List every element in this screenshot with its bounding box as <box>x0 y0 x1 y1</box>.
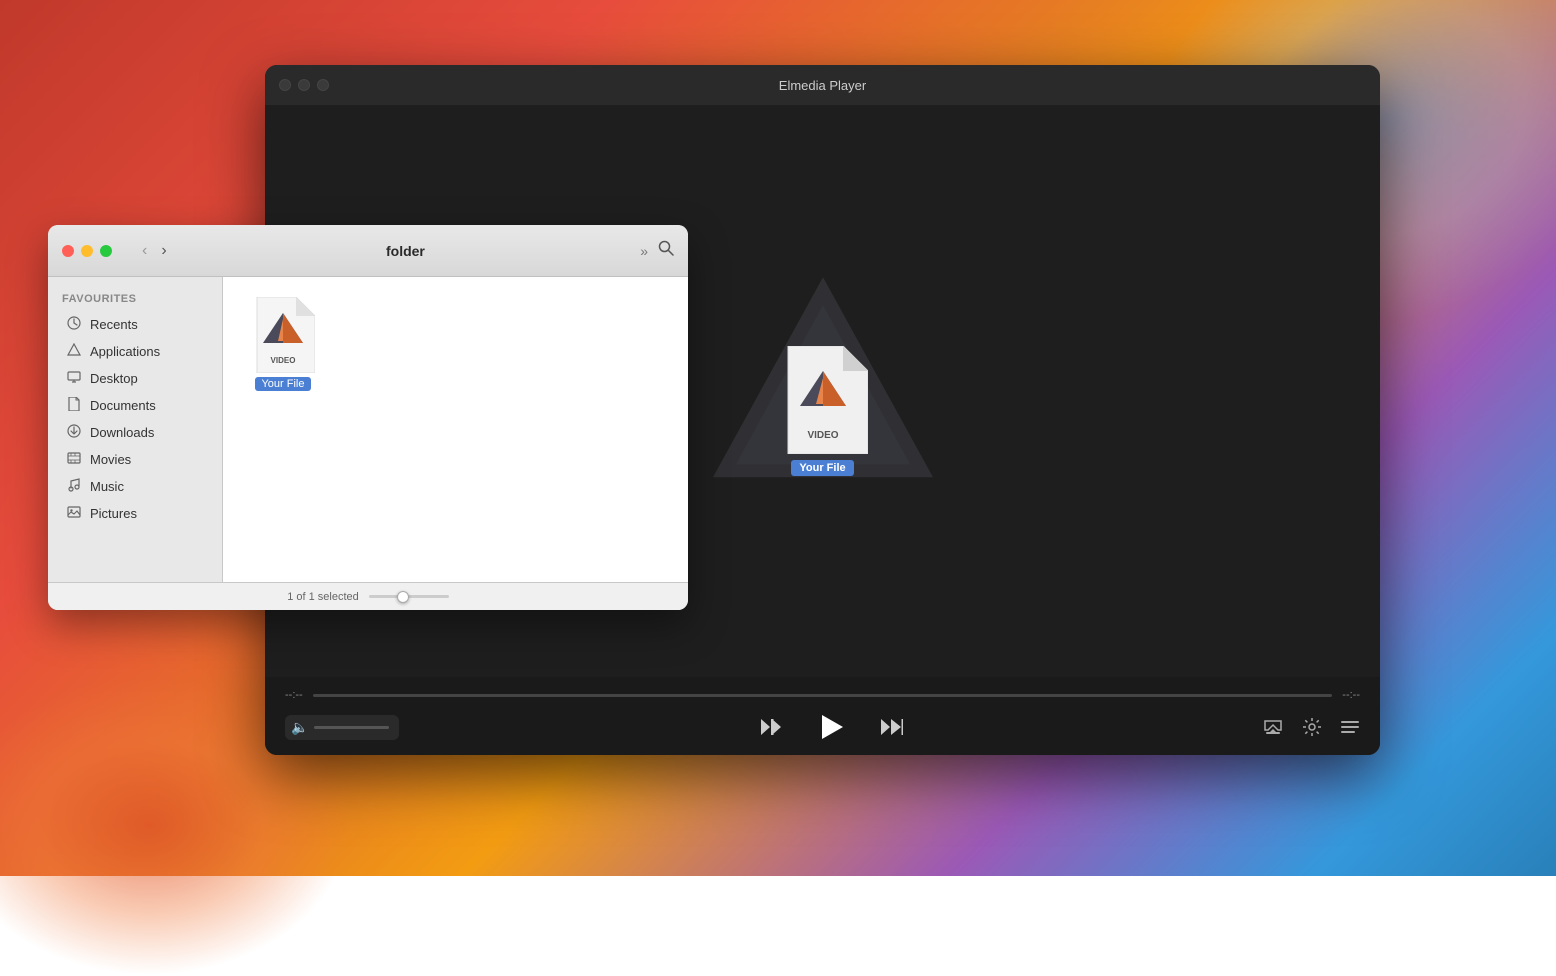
sidebar-item-music[interactable]: Music <box>52 473 218 500</box>
finder-sidebar: Favourites Recents Applicatio <box>48 277 223 582</box>
finder-maximize-button[interactable] <box>100 245 112 257</box>
finder-size-slider[interactable] <box>369 595 449 598</box>
player-maximize-button[interactable] <box>317 79 329 91</box>
file-item[interactable]: VIDEO Your File <box>243 297 323 391</box>
time-start: --:-- <box>285 689 303 701</box>
finder-status-text: 1 of 1 selected <box>287 591 359 603</box>
finder-window: ‹ › folder » Favourites <box>48 225 688 610</box>
finder-minimize-button[interactable] <box>81 245 93 257</box>
progress-bar[interactable] <box>313 694 1333 697</box>
sidebar-item-applications-label: Applications <box>90 344 160 359</box>
volume-icon: 🔈 <box>291 719 308 736</box>
finder-content-area: VIDEO Your File <box>223 277 688 411</box>
playlist-button[interactable] <box>1340 717 1360 737</box>
progress-bar-container: --:-- --:-- <box>285 677 1360 709</box>
finder-folder-title: folder <box>181 243 631 259</box>
sidebar-item-downloads[interactable]: Downloads <box>52 419 218 446</box>
play-icon <box>817 713 845 741</box>
movies-icon <box>66 451 82 468</box>
playlist-icon <box>1340 717 1360 737</box>
right-controls <box>1262 716 1360 738</box>
volume-bar[interactable] <box>314 726 389 729</box>
sidebar-item-documents-label: Documents <box>90 398 156 413</box>
finder-body: Favourites Recents Applicatio <box>48 277 688 582</box>
sidebar-item-movies-label: Movies <box>90 452 131 467</box>
finder-nav: ‹ › <box>138 240 171 262</box>
slider-track <box>369 595 449 598</box>
desktop-icon <box>66 370 82 387</box>
file-name-badge: Your File <box>255 377 310 391</box>
sidebar-item-pictures[interactable]: Pictures <box>52 500 218 527</box>
playback-controls <box>755 709 907 745</box>
sidebar-item-recents-label: Recents <box>90 317 138 332</box>
finder-titlebar: ‹ › folder » <box>48 225 688 277</box>
recents-icon <box>66 316 82 333</box>
prev-icon <box>759 716 781 738</box>
player-close-button[interactable] <box>279 79 291 91</box>
finder-search-button[interactable] <box>658 240 674 261</box>
svg-text:VIDEO: VIDEO <box>271 356 296 365</box>
controls-row: 🔈 <box>285 709 1360 745</box>
sidebar-item-desktop-label: Desktop <box>90 371 138 386</box>
airplay-icon <box>1262 716 1284 738</box>
next-icon <box>881 716 903 738</box>
file-icon-small: VIDEO <box>251 297 315 373</box>
svg-text:VIDEO: VIDEO <box>807 430 838 441</box>
slider-thumb <box>397 591 409 603</box>
finder-view-options-button[interactable]: » <box>640 243 648 259</box>
player-minimize-button[interactable] <box>298 79 310 91</box>
search-icon <box>658 240 674 256</box>
sidebar-item-desktop[interactable]: Desktop <box>52 365 218 392</box>
documents-icon <box>66 397 82 414</box>
player-file-label: Your File <box>791 460 853 476</box>
player-file-icon: VIDEO <box>778 346 868 454</box>
sidebar-item-downloads-label: Downloads <box>90 425 154 440</box>
finder-content: VIDEO Your File <box>223 277 688 582</box>
applications-icon <box>66 343 82 360</box>
player-title: Elmedia Player <box>779 78 866 93</box>
player-traffic-lights <box>279 79 329 91</box>
finder-nav-right: » <box>640 240 674 261</box>
prev-track-button[interactable] <box>755 712 785 742</box>
sidebar-item-recents[interactable]: Recents <box>52 311 218 338</box>
play-button[interactable] <box>813 709 849 745</box>
music-icon <box>66 478 82 495</box>
player-titlebar: Elmedia Player <box>265 65 1380 105</box>
sidebar-item-music-label: Music <box>90 479 124 494</box>
sidebar-item-applications[interactable]: Applications <box>52 338 218 365</box>
player-controls: --:-- --:-- 🔈 <box>265 677 1380 755</box>
pictures-icon <box>66 505 82 522</box>
time-end: --:-- <box>1342 689 1360 701</box>
airplay-button[interactable] <box>1262 716 1284 738</box>
sidebar-section-favourites: Favourites <box>48 289 222 311</box>
finder-close-button[interactable] <box>62 245 74 257</box>
settings-icon <box>1302 717 1322 737</box>
finder-forward-button[interactable]: › <box>157 240 170 262</box>
finder-traffic-lights <box>62 245 112 257</box>
finder-back-button[interactable]: ‹ <box>138 240 151 262</box>
finder-statusbar: 1 of 1 selected <box>48 582 688 610</box>
downloads-icon <box>66 424 82 441</box>
volume-control[interactable]: 🔈 <box>285 715 399 740</box>
sidebar-item-movies[interactable]: Movies <box>52 446 218 473</box>
sidebar-item-documents[interactable]: Documents <box>52 392 218 419</box>
sidebar-item-pictures-label: Pictures <box>90 506 137 521</box>
next-track-button[interactable] <box>877 712 907 742</box>
settings-button[interactable] <box>1302 717 1322 737</box>
